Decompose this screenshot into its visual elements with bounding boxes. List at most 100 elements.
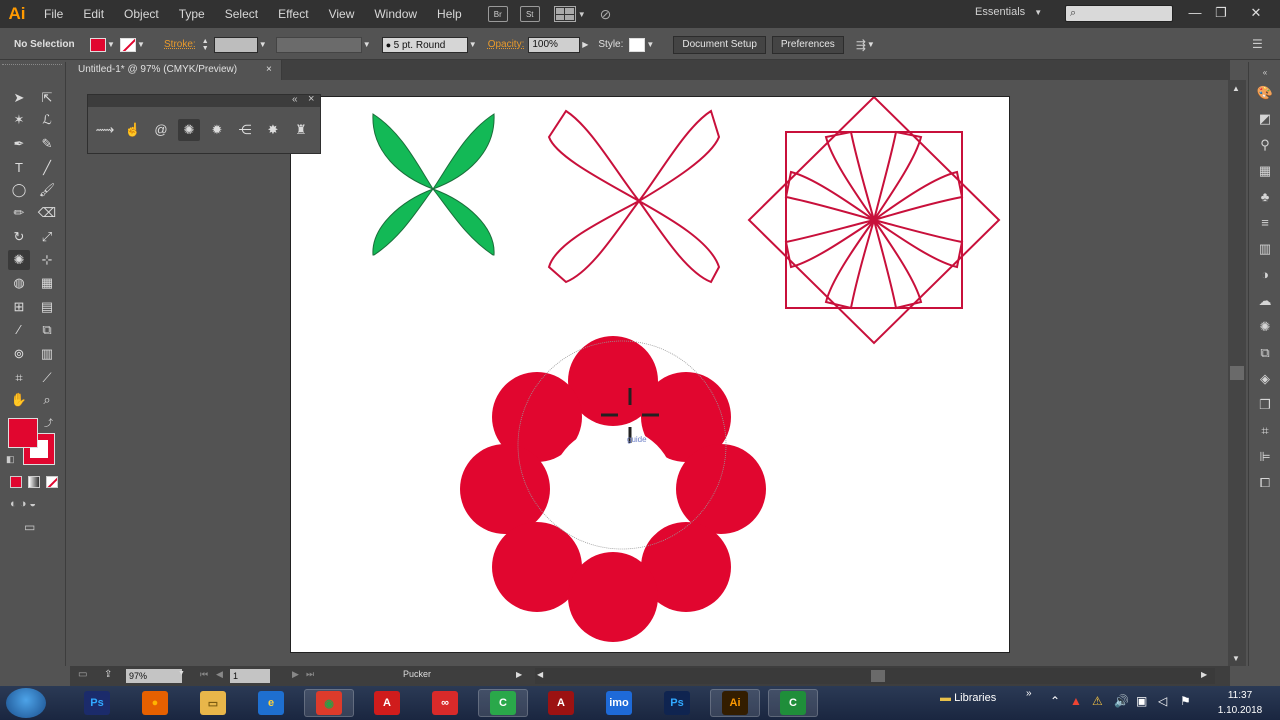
css-properties-icon[interactable]: ⚲ bbox=[1255, 136, 1275, 154]
symbol-sprayer-tool-icon[interactable]: ⊚ bbox=[8, 344, 30, 364]
color-panel-icon[interactable]: 🎨 bbox=[1255, 84, 1275, 102]
ellipse-tool-icon[interactable]: ◯ bbox=[8, 180, 30, 200]
align-icon[interactable]: ⊫ bbox=[1255, 448, 1275, 466]
taskbar-app-camtasia-1[interactable]: C bbox=[478, 689, 528, 717]
opacity-field[interactable]: 100% bbox=[528, 36, 581, 53]
selection-tool-icon[interactable]: ➤ bbox=[8, 88, 30, 108]
taskbar-app-illustrator[interactable]: Ai bbox=[710, 689, 760, 717]
red-puckered-flower[interactable] bbox=[460, 336, 766, 642]
taskbar-app-creative-cloud[interactable]: ∞ bbox=[420, 689, 470, 717]
variable-width-profile[interactable] bbox=[275, 36, 362, 53]
brush-definition-field[interactable]: ● 5 pt. Round bbox=[381, 36, 468, 53]
canvas-area[interactable]: guide bbox=[70, 80, 1228, 666]
none-mode-icon[interactable] bbox=[46, 476, 58, 488]
document-setup-button[interactable]: Document Setup bbox=[673, 35, 766, 54]
arrange-documents-icon[interactable] bbox=[553, 6, 576, 22]
chevron-right-icon[interactable]: ▶ bbox=[580, 40, 590, 49]
document-tab[interactable]: Untitled-1* @ 97% (CMYK/Preview) × bbox=[70, 60, 282, 80]
preferences-button[interactable]: Preferences bbox=[771, 35, 844, 54]
action-center-icon[interactable]: ⚑ bbox=[1180, 694, 1191, 708]
graphic-styles-icon[interactable]: ⧉ bbox=[1255, 344, 1275, 362]
twirl-tool-icon[interactable]: @ bbox=[150, 119, 172, 141]
taskbar-app-explorer[interactable]: ▭ bbox=[188, 689, 238, 717]
blend-tool-icon[interactable]: ⧉ bbox=[36, 320, 58, 340]
taskbar-app-photoshop[interactable]: Ps bbox=[72, 689, 122, 717]
libraries-toolbar[interactable]: ▬ Libraries bbox=[940, 692, 996, 704]
artboards-icon[interactable]: ❐ bbox=[1255, 396, 1275, 414]
taskbar-app-photoshop-2[interactable]: Ps bbox=[652, 689, 702, 717]
curvature-tool-icon[interactable]: ✎ bbox=[36, 134, 58, 154]
outlined-star-shape[interactable] bbox=[747, 95, 1001, 345]
crystallize-tool-icon[interactable]: ✸ bbox=[262, 119, 284, 141]
appearance-icon[interactable]: ✺ bbox=[1255, 318, 1275, 336]
artboard-number-field[interactable]: 1 bbox=[230, 669, 270, 683]
taskbar-app-imo[interactable]: imo bbox=[594, 689, 644, 717]
chevron-down-icon[interactable]: ▼ bbox=[578, 10, 586, 19]
hand-tool-icon[interactable]: ✋ bbox=[8, 390, 30, 410]
pencil-tool-icon[interactable]: ✏ bbox=[8, 203, 30, 223]
rotate-tool-icon[interactable]: ↻ bbox=[8, 227, 30, 247]
pucker-tool-icon[interactable]: ✺ bbox=[178, 119, 200, 141]
arrange-icon[interactable]: ⇶ bbox=[856, 38, 866, 52]
menu-edit[interactable]: Edit bbox=[73, 0, 114, 28]
color-guide-icon[interactable]: ◩ bbox=[1255, 110, 1275, 128]
taskbar-app-chrome[interactable]: ◉ bbox=[304, 689, 354, 717]
column-graph-tool-icon[interactable]: ▥ bbox=[36, 344, 58, 364]
mesh-tool-icon[interactable]: ⊞ bbox=[8, 297, 30, 317]
menu-type[interactable]: Type bbox=[169, 0, 215, 28]
network-tray-icon[interactable]: ▣ bbox=[1136, 694, 1147, 708]
type-tool-icon[interactable]: T bbox=[8, 158, 30, 178]
stroke-weight-stepper[interactable]: ▲ ▼ bbox=[202, 38, 212, 52]
panel-header[interactable] bbox=[88, 95, 320, 107]
scroll-down-icon[interactable]: ▼ bbox=[1232, 654, 1240, 663]
last-artboard-icon[interactable]: ⏭ bbox=[306, 669, 314, 680]
fill-swatch[interactable] bbox=[90, 37, 106, 52]
gradient-mode-icon[interactable] bbox=[28, 476, 40, 488]
pen-tool-icon[interactable]: ✒ bbox=[8, 134, 30, 154]
zoom-level-field[interactable]: 97% bbox=[126, 669, 182, 683]
line-tool-icon[interactable]: ╱ bbox=[36, 158, 58, 178]
bloat-tool-icon[interactable]: ✹ bbox=[206, 119, 228, 141]
bridge-button[interactable]: Br bbox=[487, 6, 508, 22]
stroke-swatch[interactable] bbox=[120, 37, 136, 52]
eyedropper-tool-icon[interactable]: ⁄ bbox=[8, 320, 30, 340]
scroll-right-icon[interactable]: ▶ bbox=[1201, 670, 1207, 679]
menu-file[interactable]: File bbox=[34, 0, 73, 28]
paintbrush-tool-icon[interactable]: 🖌 bbox=[36, 180, 58, 200]
direct-selection-tool-icon[interactable]: ⇱ bbox=[36, 88, 58, 108]
pucker-tool-icon[interactable]: ✺ bbox=[8, 250, 30, 270]
horizontal-scrollbar[interactable]: ◀ ▶ bbox=[535, 668, 1215, 684]
workspace-switcher[interactable]: Essentials ▼ bbox=[975, 6, 1042, 18]
chevron-down-icon[interactable]: ▼ bbox=[106, 40, 116, 49]
width-tool-icon[interactable]: ⟿ bbox=[94, 119, 116, 141]
lasso-tool-icon[interactable]: ℒ bbox=[36, 110, 58, 130]
close-icon[interactable]: ✕ bbox=[1245, 4, 1267, 22]
start-button[interactable] bbox=[6, 688, 46, 718]
chevron-down-icon[interactable]: ▼ bbox=[468, 40, 478, 49]
stroke-weight-field[interactable] bbox=[213, 36, 258, 53]
speaker-tray-icon[interactable]: ◁ bbox=[1158, 694, 1167, 708]
slice-tool-icon[interactable]: ⟋ bbox=[36, 368, 58, 388]
menu-object[interactable]: Object bbox=[114, 0, 169, 28]
menu-help[interactable]: Help bbox=[427, 0, 472, 28]
menu-select[interactable]: Select bbox=[215, 0, 268, 28]
close-panel-icon[interactable]: × bbox=[308, 93, 314, 105]
stroke-label[interactable]: Stroke: bbox=[164, 39, 196, 50]
taskbar-app-firefox[interactable]: ● bbox=[130, 689, 180, 717]
status-menu-icon[interactable]: ▶ bbox=[516, 670, 522, 679]
chevron-down-icon[interactable]: ▼ bbox=[866, 40, 876, 49]
fill-color-swatch[interactable] bbox=[8, 418, 38, 448]
taskbar-app-internet-explorer[interactable]: e bbox=[246, 689, 296, 717]
close-tab-icon[interactable]: × bbox=[266, 60, 272, 80]
swap-fill-stroke-icon[interactable]: ⤴ bbox=[44, 416, 53, 429]
perspective-grid-tool-icon[interactable]: ▦ bbox=[36, 273, 58, 293]
artboard-tool-icon[interactable]: ⌗ bbox=[8, 368, 30, 388]
chevron-down-icon[interactable]: ▼ bbox=[645, 40, 655, 49]
chevron-down-icon[interactable]: ▼ bbox=[178, 670, 185, 677]
swatches-icon[interactable]: ▦ bbox=[1255, 162, 1275, 180]
panel-menu-icon[interactable]: ☰ bbox=[1252, 37, 1263, 51]
collapse-panel-icon[interactable]: « bbox=[292, 94, 298, 105]
show-hidden-icons-icon[interactable]: ⌃ bbox=[1050, 694, 1060, 708]
scallop-tool-icon[interactable]: ⋲ bbox=[234, 119, 256, 141]
opacity-label[interactable]: Opacity: bbox=[488, 39, 525, 50]
